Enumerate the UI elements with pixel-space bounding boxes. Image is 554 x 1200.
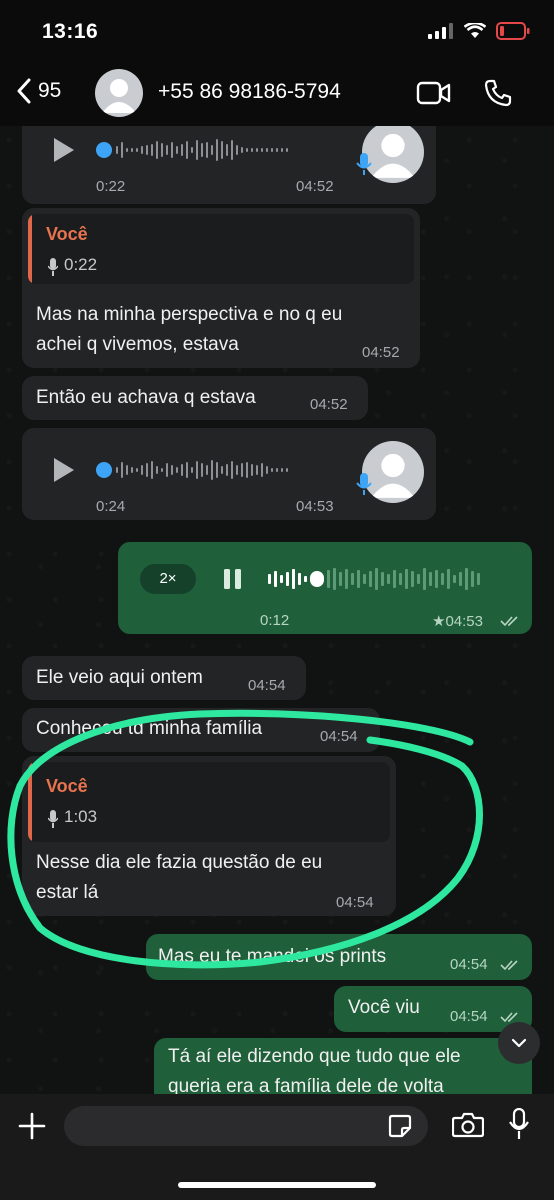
plus-icon[interactable] — [18, 1112, 46, 1140]
text-message-incoming: Conheceu td minha família 04:54 — [22, 708, 380, 752]
phone-call-icon[interactable] — [484, 79, 512, 107]
message-time: 04:54 — [450, 956, 488, 973]
wifi-icon — [464, 23, 486, 38]
reply-message: Você 1:03 Nesse dia ele fazia questão de… — [22, 756, 396, 916]
play-icon[interactable] — [54, 458, 74, 482]
message-line: achei q vivemos, estava — [36, 334, 239, 355]
unread-count: 95 — [38, 79, 62, 102]
sticker-icon[interactable] — [388, 1114, 412, 1138]
play-icon[interactable] — [54, 138, 74, 162]
home-indicator — [178, 1182, 376, 1188]
message-line: Mas na minha perspectiva e no q eu — [36, 304, 343, 325]
waveform[interactable] — [116, 138, 288, 162]
text-message-outgoing: Você viu 04:54 — [334, 986, 532, 1032]
read-check-icon — [500, 960, 518, 971]
quoted-voice-message[interactable]: Você 0:22 — [28, 214, 414, 284]
message-time: 04:54 — [320, 728, 358, 745]
contact-avatar[interactable] — [95, 69, 143, 117]
message-text: Conheceu td minha família — [36, 718, 263, 739]
signal-icon — [428, 23, 453, 39]
contact-name[interactable]: +55 86 98186-5794 — [158, 80, 341, 104]
quote-bar — [28, 214, 32, 284]
message-time: 04:52 — [362, 344, 400, 361]
message-time: 04:52 — [310, 396, 348, 413]
quoted-author: Você — [46, 776, 88, 796]
mic-icon — [48, 258, 58, 276]
message-text: Você viu — [348, 997, 420, 1018]
message-text: Então eu achava q estava — [36, 387, 256, 408]
playback-speed-button[interactable]: 2× — [140, 564, 196, 594]
playback-speed: 2× — [159, 570, 177, 587]
back-button[interactable]: 95 — [16, 78, 61, 104]
message-time: 04:54 — [336, 894, 374, 911]
message-line: Nesse dia ele fazia questão de eu — [36, 852, 323, 873]
message-line: estar lá — [36, 882, 99, 903]
text-message-incoming: Então eu achava q estava 04:52 — [22, 376, 368, 420]
chat-area[interactable]: 0:22 04:52 Você 0:22 Mas na minha perspe… — [0, 126, 554, 1094]
message-input[interactable] — [64, 1106, 428, 1146]
battery-low-icon — [496, 22, 530, 40]
quoted-voice-message[interactable]: Você 1:03 — [28, 762, 390, 842]
chevron-left-icon — [17, 78, 31, 104]
chevron-down-icon — [511, 1038, 527, 1048]
message-time: 04:52 — [296, 178, 334, 195]
text-message-outgoing: Tá aí ele dizendo que tudo que ele queri… — [154, 1038, 532, 1094]
voice-message-incoming: 0:24 04:53 — [22, 428, 436, 520]
waveform[interactable] — [268, 567, 480, 591]
read-check-icon — [500, 616, 518, 627]
mic-icon — [356, 473, 372, 495]
status-time: 13:16 — [42, 20, 99, 43]
message-time: ★04:53 — [432, 613, 483, 630]
mic-icon — [48, 810, 58, 828]
text-message-outgoing: Mas eu te mandei os prints 04:54 — [146, 934, 532, 980]
chat-header: 95 +55 86 98186-5794 — [0, 64, 554, 126]
status-icons — [428, 22, 530, 40]
message-time: 04:54 — [248, 677, 286, 694]
status-bar: 13:16 — [0, 0, 554, 64]
voice-elapsed: 0:12 — [260, 612, 290, 629]
text-message-incoming: Ele veio aqui ontem 04:54 — [22, 656, 306, 700]
reply-message: Você 0:22 Mas na minha perspectiva e no … — [22, 208, 420, 368]
voice-elapsed: 0:22 — [96, 178, 126, 195]
voice-message-incoming: 0:22 04:52 — [22, 126, 436, 204]
message-line: queria era a família dele de volta — [168, 1076, 444, 1094]
message-time: 04:54 — [450, 1008, 488, 1025]
playback-position[interactable] — [96, 462, 112, 478]
waveform[interactable] — [116, 458, 288, 482]
pause-icon[interactable] — [222, 569, 244, 589]
message-time: 04:53 — [296, 498, 334, 515]
default-avatar-icon — [102, 79, 136, 113]
quoted-author: Você — [46, 224, 88, 244]
quote-bar — [28, 762, 32, 842]
video-call-icon[interactable] — [416, 80, 452, 106]
message-line: Tá aí ele dizendo que tudo que ele — [168, 1046, 461, 1067]
message-text: Ele veio aqui ontem — [36, 667, 203, 688]
quoted-duration: 1:03 — [64, 807, 98, 826]
microphone-icon[interactable] — [508, 1108, 530, 1140]
quoted-duration: 0:22 — [64, 255, 98, 274]
mic-icon — [356, 153, 372, 175]
playback-position[interactable] — [96, 142, 112, 158]
scroll-to-bottom-button[interactable] — [498, 1022, 540, 1064]
voice-message-outgoing: 2× 0:12 ★04:53 — [118, 542, 532, 634]
message-text: Mas eu te mandei os prints — [158, 946, 387, 967]
compose-bar — [0, 1094, 554, 1200]
camera-icon[interactable] — [452, 1112, 484, 1138]
voice-elapsed: 0:24 — [96, 498, 126, 515]
